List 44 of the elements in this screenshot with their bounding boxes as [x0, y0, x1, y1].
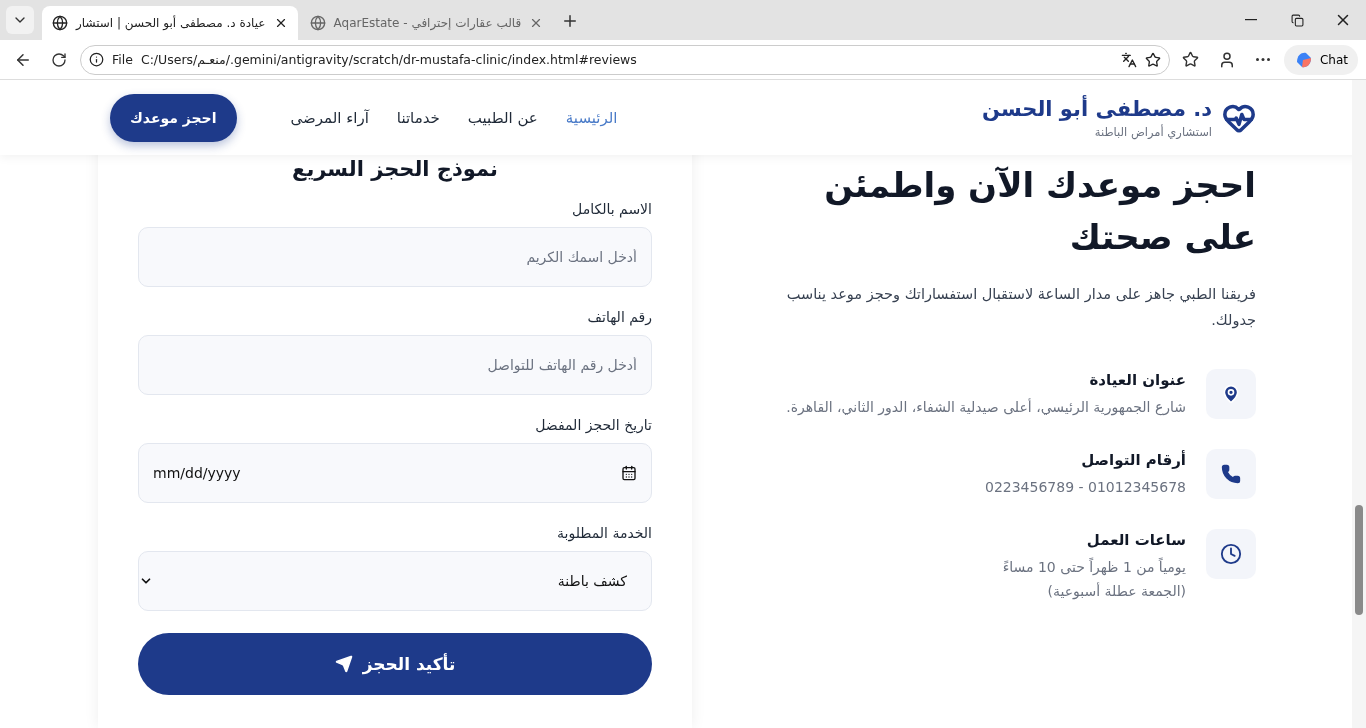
- chat-button[interactable]: Chat: [1283, 44, 1358, 75]
- browser-tab[interactable]: قالب عقارات إحترافي - AqarEstate: [299, 6, 554, 40]
- field-label: الخدمة المطلوبة: [556, 525, 652, 541]
- map-pin-icon: [1221, 384, 1241, 404]
- contact-detail: (الجمعة عطلة أسبوعية): [1046, 581, 1186, 602]
- info-icon: [89, 52, 104, 67]
- nav-link[interactable]: الرئيسية: [565, 108, 618, 127]
- brand-name: د. مصطفى أبو الحسن: [982, 96, 1212, 121]
- field-label: الاسم بالكامل: [571, 201, 652, 217]
- submit-button[interactable]: تأكيد الحجز: [138, 633, 652, 695]
- browser-tab[interactable]: عيادة د. مصطفى أبو الحسن | استشار: [42, 6, 298, 40]
- contact-detail: شارع الجمهورية الرئيسي، أعلى صيدلية الشفاء، الدور الثاني، القاهرة.: [786, 397, 1186, 418]
- nav-link[interactable]: آراء المرضى: [290, 108, 369, 127]
- contact-title: عنوان العيادة: [1088, 371, 1186, 389]
- service-select[interactable]: كشف باطنة: [138, 551, 652, 611]
- translate-icon[interactable]: [1120, 51, 1137, 68]
- reload-icon: [51, 51, 67, 68]
- form-title: نموذج الحجز السريع: [291, 157, 499, 181]
- scrollbar[interactable]: [1352, 80, 1366, 728]
- hero-title: احجز موعدك الآن واطمئن على صحتك: [823, 164, 1256, 259]
- phone-icon: [1221, 464, 1241, 484]
- star-icon[interactable]: [1144, 51, 1161, 68]
- nav-link[interactable]: عن الطبيب: [467, 108, 538, 127]
- field-label: تاريخ الحجز المفضل: [534, 417, 652, 433]
- field-label: رقم الهاتف: [586, 309, 652, 325]
- globe-icon: [52, 15, 68, 31]
- date-field[interactable]: mm/dd/yyyy: [138, 443, 652, 503]
- more-icon: [1255, 58, 1270, 61]
- contact-title: ساعات العمل: [1085, 531, 1186, 549]
- minimize-icon: [1245, 19, 1257, 21]
- send-icon: [334, 655, 353, 673]
- contact-detail: يومياً من 1 ظهراً حتى 10 مساءً: [1002, 556, 1186, 578]
- contact-title: أرقام التواصل: [1080, 451, 1186, 469]
- contact-detail: 01012345678 - 0223456789: [985, 478, 1186, 497]
- star-icon: [1182, 51, 1200, 68]
- globe-icon: [309, 15, 326, 31]
- brand-subtitle: استشاري أمراض الباطنة: [1093, 124, 1212, 139]
- book-appointment-button[interactable]: احجز موعدك: [110, 93, 237, 142]
- calendar-icon: [621, 465, 637, 481]
- clock-icon: [1220, 543, 1242, 565]
- nav-link[interactable]: خدماتنا: [396, 108, 440, 127]
- restore-icon: [1290, 13, 1304, 27]
- tab-list-button[interactable]: [6, 6, 34, 34]
- hero-intro: فريقنا الطبي جاهز على مدار الساعة لاستقبال استفساراتك وحجز موعد يناسب جدولك.: [785, 285, 1256, 331]
